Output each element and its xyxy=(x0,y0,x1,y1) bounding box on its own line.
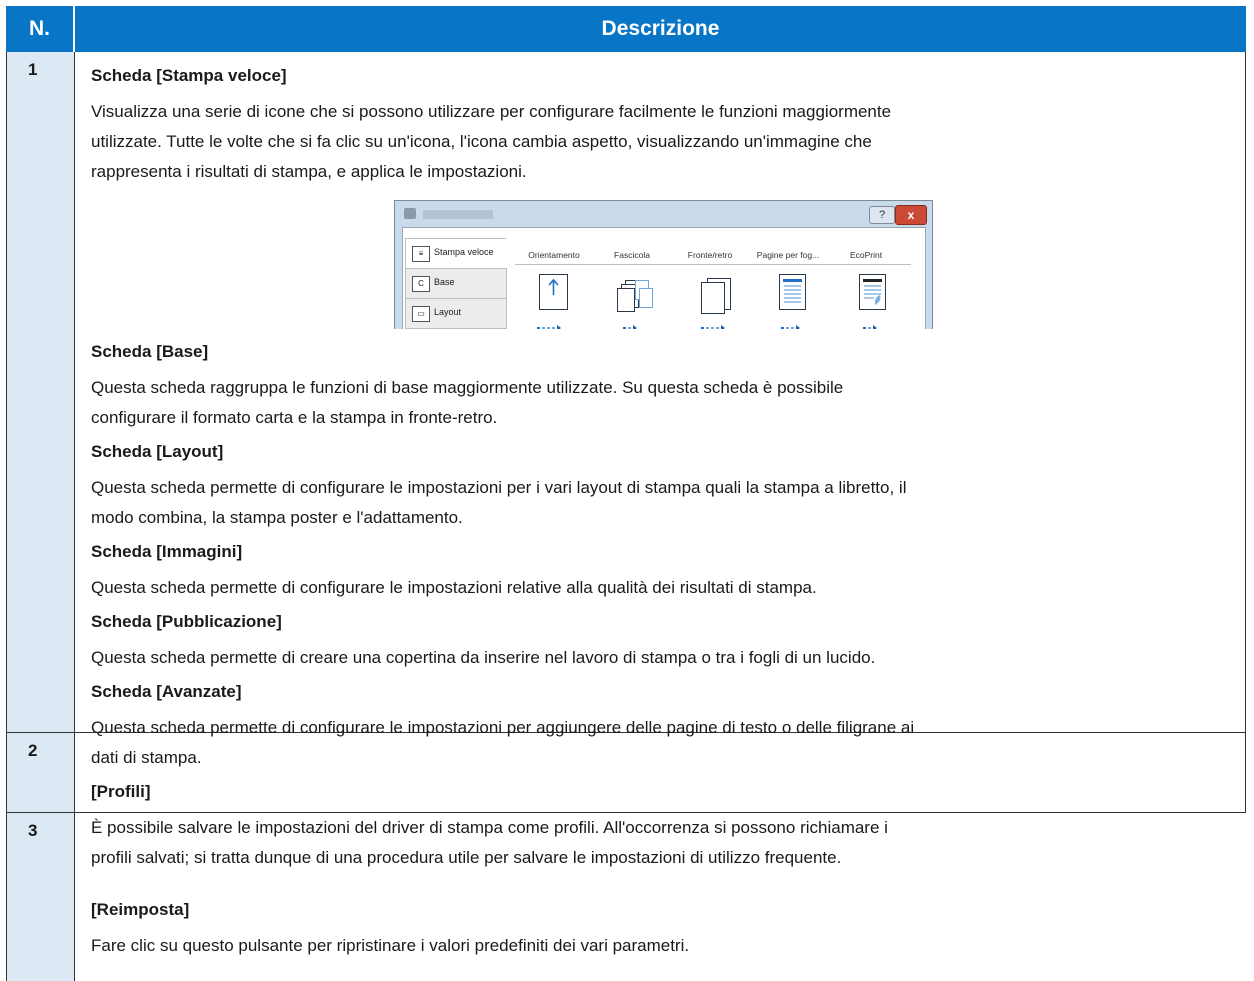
text-line: configurare il formato carta e la stampa… xyxy=(91,408,498,427)
orientation-options xyxy=(537,317,561,329)
tab-base[interactable]: C Base xyxy=(405,268,507,299)
heading-immagini: Scheda [Immagini] xyxy=(91,542,243,561)
close-button[interactable]: x xyxy=(895,205,927,225)
header-num: N. xyxy=(29,17,50,40)
printer-icon xyxy=(404,208,416,219)
heading-profili: [Profili] xyxy=(91,782,151,801)
dialog-client-area: ≡ Stampa veloce C Base ▭ Layout Orientam… xyxy=(402,227,926,329)
text-line: È possibile salvare le impostazioni del … xyxy=(91,818,888,837)
tab-label: Layout xyxy=(434,307,462,317)
heading-stampa-veloce: Scheda [Stampa veloce] xyxy=(91,66,287,85)
text-line: Questa scheda permette di creare una cop… xyxy=(91,648,876,667)
header-description: Descrizione xyxy=(601,17,720,40)
ecoprint-icon[interactable] xyxy=(859,274,886,310)
text-line: rappresenta i risultati di stampa, e app… xyxy=(91,162,527,181)
quick-print-icon: ≡ xyxy=(412,246,430,262)
base-icon: C xyxy=(412,276,430,292)
orientation-portrait-icon[interactable] xyxy=(539,274,568,310)
collate-options xyxy=(623,317,637,329)
description-table: N. Descrizione 1 2 3 Scheda [Stampa velo… xyxy=(6,6,1246,981)
text-line: Fare clic su questo pulsante per riprist… xyxy=(91,936,690,955)
text-line: modo combina, la stampa poster e l'adatt… xyxy=(91,508,463,527)
tab-sidebar: ≡ Stampa veloce C Base ▭ Layout xyxy=(405,238,507,329)
row-2-number: 2 xyxy=(6,733,75,812)
text-line: Questa scheda permette di configurare le… xyxy=(91,718,915,737)
help-button[interactable]: ? xyxy=(869,206,895,224)
text-line: Questa scheda raggruppa le funzioni di b… xyxy=(91,378,844,397)
heading-pubblicazione: Scheda [Pubblicazione] xyxy=(91,612,282,631)
heading-base: Scheda [Base] xyxy=(91,342,209,361)
heading-layout: Scheda [Layout] xyxy=(91,442,224,461)
column-fronte-retro: Fronte/retro xyxy=(687,250,733,260)
tab-label: Stampa veloce xyxy=(434,247,494,257)
duplex-options xyxy=(701,317,725,329)
column-fascicola: Fascicola xyxy=(614,250,650,260)
heading-reimposta: [Reimposta] xyxy=(91,900,190,919)
column-ecoprint: EcoPrint xyxy=(849,250,883,260)
print-dialog-screenshot: ? x ≡ Stampa veloce C Base ▭ Layout Orie… xyxy=(394,200,933,329)
text-line: Questa scheda permette di configurare le… xyxy=(91,578,817,597)
column-orientamento: Orientamento xyxy=(528,250,580,260)
table-left-border xyxy=(6,52,7,981)
tab-label: Base xyxy=(434,277,455,287)
tab-stampa-veloce[interactable]: ≡ Stampa veloce xyxy=(405,238,506,269)
row-1-number: 1 xyxy=(6,52,75,732)
layout-icon: ▭ xyxy=(412,306,430,322)
text-line: profili salvati; si tratta dunque di una… xyxy=(91,848,842,867)
column-header-rule xyxy=(515,264,911,265)
collate-copy-icon xyxy=(639,288,653,308)
pages-per-sheet-options xyxy=(781,317,800,329)
collate-page-icon xyxy=(617,288,635,312)
row-divider-2 xyxy=(6,812,1246,813)
heading-avanzate: Scheda [Avanzate] xyxy=(91,682,242,701)
text-line: Questa scheda permette di configurare le… xyxy=(91,478,907,497)
table-header: N. Descrizione xyxy=(6,6,1246,52)
dialog-titlebar: ? x xyxy=(395,201,932,227)
table-right-border xyxy=(1245,52,1246,812)
text-line: dati di stampa. xyxy=(91,748,202,767)
text-line: Visualizza una serie di icone che si pos… xyxy=(91,102,892,121)
column-pagine-per-foglio: Pagine per fog... xyxy=(756,250,820,260)
text-line: utilizzate. Tutte le volte che si fa cli… xyxy=(91,132,872,151)
duplex-front-icon xyxy=(701,282,725,314)
pages-per-sheet-icon[interactable] xyxy=(779,274,806,310)
row-3-number: 3 xyxy=(6,813,75,981)
ecoprint-options xyxy=(863,317,877,329)
tab-layout[interactable]: ▭ Layout xyxy=(405,298,507,329)
dialog-title-blurred xyxy=(423,210,493,219)
